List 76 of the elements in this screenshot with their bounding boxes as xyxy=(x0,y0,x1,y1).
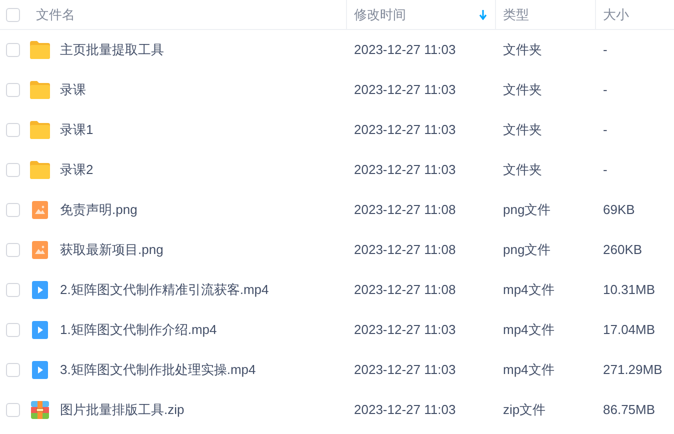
checkbox[interactable] xyxy=(6,163,20,177)
file-type: mp4文件 xyxy=(503,282,554,298)
file-size: 10.31MB xyxy=(603,282,656,298)
file-size: 260KB xyxy=(603,242,642,258)
folder-icon xyxy=(30,41,50,59)
file-type: 文件夹 xyxy=(503,122,542,138)
modified-time: 2023-12-27 11:03 xyxy=(354,362,456,378)
file-type: 文件夹 xyxy=(503,162,542,178)
checkbox[interactable] xyxy=(6,203,20,217)
checkbox[interactable] xyxy=(6,83,20,97)
file-type: mp4文件 xyxy=(503,362,554,378)
modified-time: 2023-12-27 11:03 xyxy=(354,402,456,418)
file-row[interactable]: 录课2 2023-12-27 11:03 文件夹 - xyxy=(0,150,674,190)
file-row[interactable]: 图片批量排版工具.zip 2023-12-27 11:03 zip文件 86.75MB xyxy=(0,390,674,430)
file-type: 文件夹 xyxy=(503,42,542,58)
file-size: - xyxy=(603,162,608,178)
file-size: 271.29MB xyxy=(603,362,662,378)
checkbox[interactable] xyxy=(6,403,20,417)
file-row[interactable]: 免责声明.png 2023-12-27 11:08 png文件 69KB xyxy=(0,190,674,230)
modified-time: 2023-12-27 11:08 xyxy=(354,242,456,258)
file-size: 17.04MB xyxy=(603,322,656,338)
column-header[interactable]: 大小 xyxy=(603,4,629,24)
file-name[interactable]: 录课1 xyxy=(60,120,94,140)
checkbox[interactable] xyxy=(6,323,20,337)
folder-icon xyxy=(30,81,50,99)
file-type: 文件夹 xyxy=(503,82,542,98)
file-row[interactable]: 录课1 2023-12-27 11:03 文件夹 - xyxy=(0,110,674,150)
modified-time: 2023-12-27 11:08 xyxy=(354,282,456,298)
modified-time: 2023-12-27 11:03 xyxy=(354,322,456,338)
archive-file-icon xyxy=(31,401,49,419)
checkbox[interactable] xyxy=(6,8,20,22)
checkbox[interactable] xyxy=(6,43,20,57)
file-size: 69KB xyxy=(603,202,635,218)
video-file-icon xyxy=(32,321,48,339)
checkbox[interactable] xyxy=(6,283,20,297)
folder-icon xyxy=(30,121,50,139)
file-name[interactable]: 主页批量提取工具 xyxy=(60,40,164,60)
file-type: png文件 xyxy=(503,202,551,218)
file-row[interactable]: 2.矩阵图文代制作精准引流获客.mp4 2023-12-27 11:08 mp4文件 10.31MB xyxy=(0,270,674,310)
folder-icon xyxy=(30,161,50,179)
file-type: png文件 xyxy=(503,242,551,258)
file-row[interactable]: 1.矩阵图文代制作介绍.mp4 2023-12-27 11:03 mp4文件 17.04MB xyxy=(0,310,674,350)
image-file-icon xyxy=(32,241,48,259)
file-size: 86.75MB xyxy=(603,402,656,418)
file-size: - xyxy=(603,42,608,58)
checkbox[interactable] xyxy=(6,363,20,377)
image-file-icon xyxy=(32,201,48,219)
file-size: - xyxy=(603,122,608,138)
file-name[interactable]: 2.矩阵图文代制作精准引流获客.mp4 xyxy=(60,280,269,300)
checkbox[interactable] xyxy=(6,243,20,257)
video-file-icon xyxy=(32,361,48,379)
file-type: mp4文件 xyxy=(503,322,554,338)
file-type: zip文件 xyxy=(503,402,546,418)
column-header[interactable]: 文件名 xyxy=(36,4,75,24)
file-name[interactable]: 3.矩阵图文代制作批处理实操.mp4 xyxy=(60,360,256,380)
modified-time: 2023-12-27 11:08 xyxy=(354,202,456,218)
file-row[interactable]: 获取最新项目.png 2023-12-27 11:08 png文件 260KB xyxy=(0,230,674,270)
video-file-icon xyxy=(32,281,48,299)
file-name[interactable]: 录课 xyxy=(60,80,86,100)
column-header[interactable]: 类型 xyxy=(503,4,529,24)
file-row[interactable]: 主页批量提取工具 2023-12-27 11:03 文件夹 - xyxy=(0,30,674,70)
file-size: - xyxy=(603,82,608,98)
modified-time: 2023-12-27 11:03 xyxy=(354,162,456,178)
file-name[interactable]: 1.矩阵图文代制作介绍.mp4 xyxy=(60,320,217,340)
column-header[interactable]: 修改时间 xyxy=(354,4,406,24)
file-name[interactable]: 免责声明.png xyxy=(60,200,138,220)
modified-time: 2023-12-27 11:03 xyxy=(354,122,456,138)
sort-arrow-icon[interactable] xyxy=(479,10,487,20)
modified-time: 2023-12-27 11:03 xyxy=(354,82,456,98)
modified-time: 2023-12-27 11:03 xyxy=(354,42,456,58)
file-name[interactable]: 获取最新项目.png xyxy=(60,240,164,260)
checkbox[interactable] xyxy=(6,123,20,137)
file-name[interactable]: 图片批量排版工具.zip xyxy=(60,400,184,420)
file-name[interactable]: 录课2 xyxy=(60,160,94,180)
file-row[interactable]: 3.矩阵图文代制作批处理实操.mp4 2023-12-27 11:03 mp4文件 271.29MB xyxy=(0,350,674,390)
file-row[interactable]: 录课 2023-12-27 11:03 文件夹 - xyxy=(0,70,674,110)
